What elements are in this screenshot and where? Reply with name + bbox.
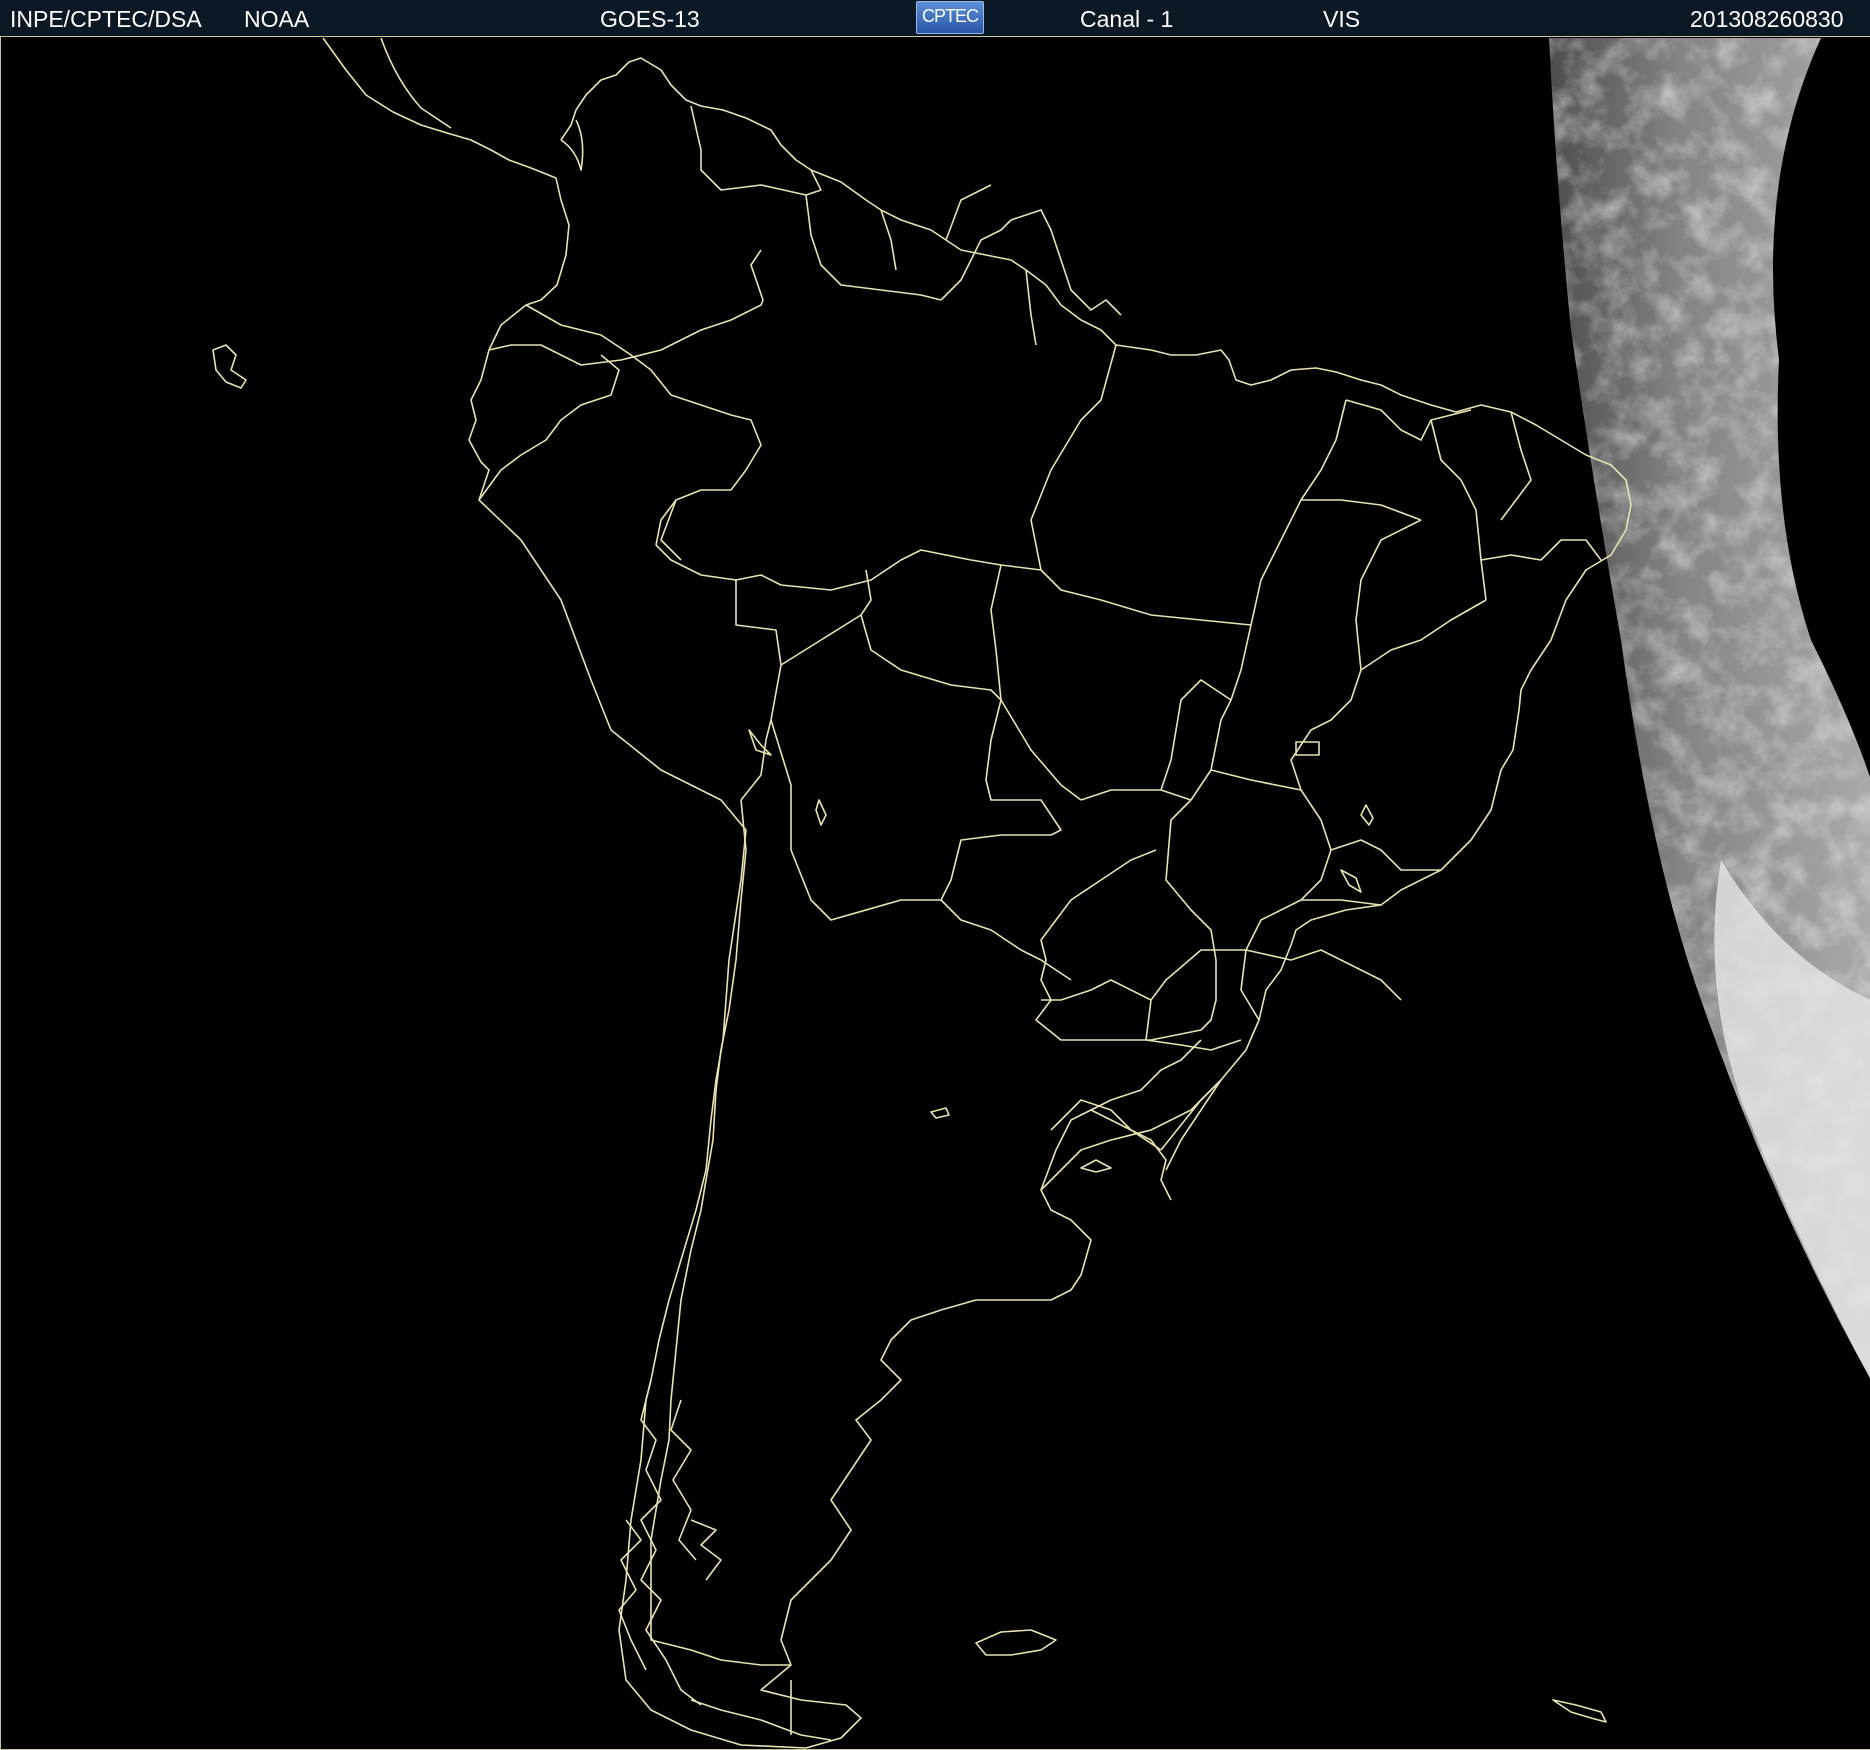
header-org: INPE/CPTEC/DSA: [10, 6, 202, 32]
map-canvas: [212, 37, 1870, 1749]
header-timestamp: 201308260830: [1690, 6, 1844, 32]
logo-text: CPTEC: [921, 6, 979, 26]
header-channel: Canal - 1: [1080, 6, 1174, 32]
coastline-borders: [212, 37, 1632, 1749]
daylight-cloud-strip: [1549, 38, 1870, 1379]
header-band: VIS: [1323, 6, 1361, 32]
satellite-map: [0, 37, 1870, 1750]
image-header-bar: INPE/CPTEC/DSA NOAA GOES-13 CPTEC Canal …: [0, 0, 1870, 37]
cptec-logo-icon: CPTEC: [916, 1, 984, 34]
header-satellite: GOES-13: [600, 6, 700, 32]
header-agency: NOAA: [244, 6, 310, 32]
